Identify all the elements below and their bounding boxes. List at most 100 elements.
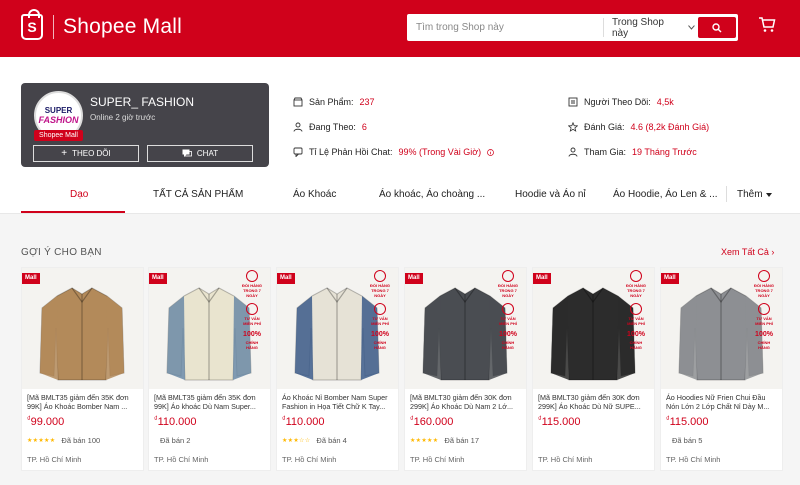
price-value: 99.000 [30,416,65,428]
consult-badge: TƯ VẤN MIỄN PHÍ [753,303,775,326]
service-badges: ĐỔI HÀNG TRONG 7 NGÀY TƯ VẤN MIỄN PHÍ 10… [493,270,523,350]
cart-button[interactable] [758,16,776,38]
product-name[interactable]: [Mã BMLT30 giảm đến 30K đơn 299K] Áo Kho… [410,393,523,411]
service-badges: ĐỔI HÀNG TRONG 7 NGÀY TƯ VẤN MIỄN PHÍ 10… [365,270,395,350]
stat-rating-value: 4.6 (8,2k Đánh Giá) [630,122,710,132]
product-price: ₫115.000 [666,416,709,428]
search-input[interactable] [407,15,603,40]
exchange-icon [630,270,642,282]
shopee-mall-logo[interactable]: S Shopee Mall [21,9,182,40]
rating-stars: ★★★★★ [410,438,439,444]
stat-chat-response: Tỉ Lệ Phản Hồi Chat: 99% (Trong Vài Giờ) [293,147,495,157]
product-card[interactable]: ĐỔI HÀNG TRONG 7 NGÀY TƯ VẤN MIỄN PHÍ 10… [276,267,399,471]
sold-count: Đã bán 5 [672,436,703,445]
product-location: TP. Hồ Chí Minh [666,455,721,464]
tab-ao-hoodie-ao-len[interactable]: Áo Hoodie, Áo Len & ... [613,189,718,200]
chevron-right-icon: › [771,247,775,257]
consult-badge: TƯ VẤN MIỄN PHÍ [625,303,647,326]
exchange-icon [758,270,770,282]
exchange-badge-text: ĐỔI HÀNG TRONG 7 NGÀY [626,283,646,298]
product-card[interactable]: ĐỔI HÀNG TRONG 7 NGÀY TƯ VẤN MIỄN PHÍ 10… [148,267,271,471]
product-image-icon [22,268,143,389]
product-image[interactable]: ĐỔI HÀNG TRONG 7 NGÀY TƯ VẤN MIỄN PHÍ 10… [405,268,526,389]
logo-divider [53,15,54,39]
product-image[interactable]: ĐỔI HÀNG TRONG 7 NGÀY TƯ VẤN MIỄN PHÍ 10… [277,268,398,389]
price-value: 110.000 [157,416,197,428]
tab-divider [726,186,727,202]
tab-ao-khoac[interactable]: Áo Khoác [293,189,336,200]
product-location: TP. Hồ Chí Minh [282,455,337,464]
product-card[interactable]: ĐỔI HÀNG TRONG 7 NGÀY TƯ VẤN MIỄN PHÍ 10… [532,267,655,471]
tab-ao-khoac-ao-choang[interactable]: Áo khoác, Áo choàng ... [379,189,485,200]
genuine-badge-value: 100% [755,331,773,338]
genuine-badge-value: 100% [243,331,261,338]
consult-badge-text: TƯ VẤN MIỄN PHÍ [499,316,517,326]
search-scope-label: Trong Shop này [612,16,664,39]
person-icon [568,147,578,157]
stat-followers: Người Theo Dõi: 4,5k [568,97,674,107]
exchange-badge: ĐỔI HÀNG TRONG 7 NGÀY [369,270,391,298]
mall-tag: Mall [277,273,295,284]
sold-count: Đã bán 4 [316,436,347,445]
chat-button[interactable]: CHAT [147,145,253,162]
see-all-label: Xem Tất Cả [721,247,769,257]
search-scope-dropdown[interactable]: Trong Shop này [603,16,695,39]
sold-count: Đã bán 100 [61,436,101,445]
search-bar: Trong Shop này [407,14,738,41]
stat-joined: Tham Gia: 19 Tháng Trước [568,147,697,157]
person-icon [293,122,303,132]
product-card[interactable]: Mall [Mã BMLT35 giảm đến 35K đơn 99K] Áo… [21,267,144,471]
exchange-badge: ĐỔI HÀNG TRONG 7 NGÀY [241,270,263,298]
service-badges: ĐỔI HÀNG TRONG 7 NGÀY TƯ VẤN MIỄN PHÍ 10… [237,270,267,350]
tab-more-label: Thêm [737,189,763,200]
product-sold: ★★★☆☆ Đã bán 4 [282,436,347,445]
chat-icon [182,149,192,157]
product-image[interactable]: ĐỔI HÀNG TRONG 7 NGÀY TƯ VẤN MIỄN PHÍ 10… [533,268,654,389]
see-all-link[interactable]: Xem Tất Cả › [721,247,774,257]
genuine-badge-value: 100% [371,331,389,338]
product-price: ₫115.000 [538,416,581,428]
star-icon [568,122,578,132]
tab-hoodie[interactable]: Hoodie và Áo nỉ [515,189,586,200]
genuine-badge-text: CHÍNH HÃNG [629,340,643,350]
stat-followers-value: 4,5k [656,97,674,107]
product-image[interactable] [22,268,143,389]
tab-dao[interactable]: Dạo [70,189,88,200]
exchange-badge-text: ĐỔI HÀNG TRONG 7 NGÀY [370,283,390,298]
stat-chat-value: 99% (Trong Vài Giờ) [398,147,482,157]
price-value: 160.000 [413,416,454,428]
exchange-icon [246,270,258,282]
search-button[interactable] [698,17,736,38]
follow-label: THEO DÕI [72,149,111,158]
price-value: 110.000 [285,416,325,428]
product-sold: ★★★★★ Đã bán 17 [410,436,479,445]
genuine-badge: 100% CHÍNH HÃNG [241,331,263,350]
exchange-badge: ĐỔI HÀNG TRONG 7 NGÀY [625,270,647,298]
consult-badge-text: TƯ VẤN MIỄN PHÍ [755,316,773,326]
tab-all-products[interactable]: TẤT CẢ SẢN PHẨM [153,189,243,200]
consult-icon [374,303,386,315]
product-name[interactable]: Áo Khoác Nỉ Bomber Nam Super Fashion in … [282,393,395,411]
stat-products-value: 237 [359,97,375,107]
exchange-icon [502,270,514,282]
product-card[interactable]: ĐỔI HÀNG TRONG 7 NGÀY TƯ VẤN MIỄN PHÍ 10… [660,267,783,471]
follow-button[interactable]: + THEO DÕI [33,145,139,162]
tab-more[interactable]: Thêm [737,189,772,200]
info-icon[interactable] [487,148,495,156]
logo-text: Shopee Mall [63,15,182,38]
consult-icon [758,303,770,315]
product-name[interactable]: [Mã BMLT35 giảm đến 35K đơn 99K] Áo Khoá… [27,393,140,411]
product-image[interactable]: ĐỔI HÀNG TRONG 7 NGÀY TƯ VẤN MIỄN PHÍ 10… [661,268,782,389]
product-image[interactable]: ĐỔI HÀNG TRONG 7 NGÀY TƯ VẤN MIỄN PHÍ 10… [149,268,270,389]
genuine-badge: 100% CHÍNH HÃNG [497,331,519,350]
stat-products-label: Sản Phẩm: [309,97,354,107]
search-icon [712,22,722,32]
genuine-badge-text: CHÍNH HÃNG [501,340,515,350]
product-card[interactable]: ĐỔI HÀNG TRONG 7 NGÀY TƯ VẤN MIỄN PHÍ 10… [404,267,527,471]
stat-rating-label: Đánh Giá: [584,122,625,132]
sold-count: Đã bán 2 [160,436,191,445]
product-name[interactable]: [Mã BMLT30 giảm đến 30K đơn 299K] Áo Kho… [538,393,651,411]
sold-count: Đã bán 17 [444,436,480,445]
product-name[interactable]: [Mã BMLT35 giảm đến 35K đơn 99K] Áo khoá… [154,393,267,411]
product-name[interactable]: Áo Hoodies Nữ Frien Chui Đầu Nón Lớn 2 L… [666,393,779,411]
